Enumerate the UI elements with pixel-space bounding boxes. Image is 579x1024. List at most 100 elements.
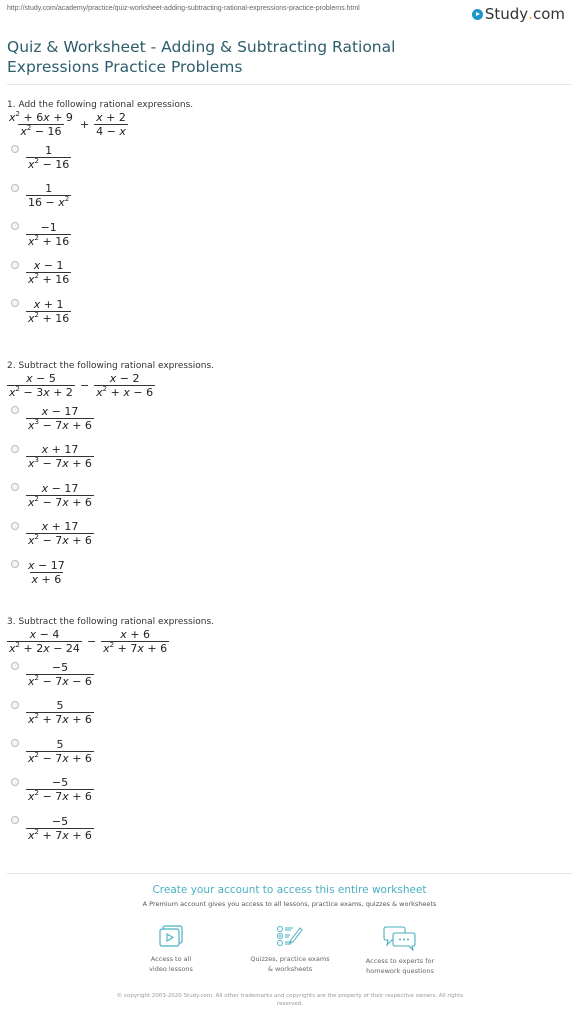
denominator: x2 + 16 bbox=[26, 233, 72, 248]
denominator: x2 − 16 bbox=[18, 124, 64, 138]
option-fraction: x + 17 x2 − 7x + 6 bbox=[26, 520, 94, 547]
study-logo: Study. com bbox=[471, 5, 565, 23]
numerator: x − 17 bbox=[41, 404, 79, 418]
answer-option[interactable]: x − 17 x3 − 7x + 6 bbox=[11, 399, 214, 438]
question-expression: x − 4 x2 + 2x − 24− x + 6 x2 + 7x + 6 bbox=[7, 628, 214, 655]
question-prompt: 1. Add the following rational expression… bbox=[7, 100, 194, 110]
numerator: x − 17 bbox=[28, 558, 65, 572]
radio-button[interactable] bbox=[11, 816, 19, 825]
numerator: −5 bbox=[51, 660, 69, 674]
numerator: 5 bbox=[56, 699, 64, 713]
question-2: 2. Subtract the following rational expre… bbox=[7, 360, 214, 592]
denominator: x2 − 16 bbox=[26, 156, 72, 171]
left-fraction: x − 5 x2 − 3x + 2 bbox=[7, 372, 75, 399]
numerator: x − 2 bbox=[109, 372, 140, 385]
feature-label-line1: Quizzes, practice exams bbox=[250, 955, 330, 963]
answer-option[interactable]: −5 x2 − 7x − 6 bbox=[11, 655, 214, 694]
numerator: x + 17 bbox=[41, 520, 79, 534]
answer-option[interactable]: 1 16 − x2 bbox=[11, 177, 193, 216]
denominator: x2 + 7x + 6 bbox=[26, 827, 94, 842]
left-fraction: x − 4 x2 + 2x − 24 bbox=[7, 628, 82, 655]
radio-button[interactable] bbox=[11, 739, 19, 748]
answer-option[interactable]: x + 17 x3 − 7x + 6 bbox=[11, 438, 214, 477]
operator: − bbox=[79, 379, 90, 392]
denominator: x2 + 7x + 6 bbox=[101, 641, 170, 655]
option-fraction: 1 x2 − 16 bbox=[26, 143, 72, 171]
option-fraction: −5 x2 − 7x − 6 bbox=[26, 661, 94, 688]
answer-option[interactable]: −5 x2 + 7x + 6 bbox=[11, 809, 214, 848]
denominator: 16 − x2 bbox=[26, 195, 72, 210]
radio-button[interactable] bbox=[11, 222, 19, 231]
numerator: 5 bbox=[56, 737, 64, 751]
radio-button[interactable] bbox=[11, 145, 19, 154]
left-fraction: x2 + 6x + 9 x2 − 16 bbox=[7, 110, 75, 139]
option-fraction: x − 17 x + 6 bbox=[26, 559, 67, 586]
play-logo-icon bbox=[471, 8, 483, 20]
option-fraction: x − 17 x3 − 7x + 6 bbox=[26, 405, 94, 432]
right-fraction: x + 24 − x bbox=[94, 111, 128, 138]
denominator: x2 − 3x + 2 bbox=[7, 385, 75, 399]
denominator: x2 − 7x + 6 bbox=[26, 789, 94, 804]
right-fraction: x + 6 x2 + 7x + 6 bbox=[101, 628, 170, 655]
radio-button[interactable] bbox=[11, 700, 19, 709]
operator: − bbox=[86, 635, 97, 648]
answer-option[interactable]: x − 17 x2 − 7x + 6 bbox=[11, 476, 214, 515]
denominator: x2 + 16 bbox=[26, 272, 72, 287]
divider bbox=[7, 84, 572, 85]
option-fraction: 1 16 − x2 bbox=[26, 182, 72, 210]
denominator: x2 − 7x + 6 bbox=[26, 533, 94, 548]
numerator: x − 4 bbox=[29, 628, 60, 641]
radio-button[interactable] bbox=[11, 560, 19, 569]
denominator: 4 − x bbox=[94, 124, 128, 138]
answer-option[interactable]: 5 x2 + 7x + 6 bbox=[11, 694, 214, 733]
question-1: 1. Add the following rational expression… bbox=[7, 99, 193, 331]
operator: + bbox=[79, 118, 90, 131]
numerator: x − 5 bbox=[26, 372, 56, 385]
denominator: x2 + 2x − 24 bbox=[7, 641, 82, 655]
numerator: x + 1 bbox=[33, 297, 64, 311]
chat-bubbles-icon bbox=[383, 926, 416, 951]
question-expression: x − 5 x2 − 3x + 2− x − 2 x2 + x − 6 bbox=[7, 372, 214, 399]
denominator: x3 − 7x + 6 bbox=[26, 417, 94, 432]
option-fraction: 5 x2 − 7x + 6 bbox=[26, 738, 94, 765]
answer-option[interactable]: x + 17 x2 − 7x + 6 bbox=[11, 515, 214, 554]
answer-option[interactable]: 1 x2 − 16 bbox=[11, 138, 193, 177]
answer-option[interactable]: 5 x2 − 7x + 6 bbox=[11, 732, 214, 771]
radio-button[interactable] bbox=[11, 444, 19, 453]
numerator: 1 bbox=[45, 143, 53, 157]
option-fraction: −1 x2 + 16 bbox=[26, 220, 72, 248]
copyright: © copyright 2003-2020 Study.com. All oth… bbox=[116, 993, 464, 1007]
radio-button[interactable] bbox=[11, 777, 19, 786]
answer-option[interactable]: x − 17 x + 6 bbox=[11, 553, 214, 592]
radio-button[interactable] bbox=[11, 483, 19, 492]
page-url: http://study.com/academy/practice/quiz-w… bbox=[7, 5, 360, 12]
radio-button[interactable] bbox=[11, 260, 19, 269]
promo-subtitle: A Premium account gives you access to al… bbox=[142, 900, 437, 908]
option-fraction: −5 x2 − 7x + 6 bbox=[26, 776, 94, 803]
radio-button[interactable] bbox=[11, 662, 19, 671]
answer-option[interactable]: −5 x2 − 7x + 6 bbox=[11, 771, 214, 810]
numerator: 1 bbox=[45, 182, 53, 196]
radio-button[interactable] bbox=[11, 521, 19, 530]
numerator: x2 + 6x + 9 bbox=[9, 110, 73, 125]
right-fraction: x − 2 x2 + x − 6 bbox=[94, 372, 156, 399]
numerator: x + 6 bbox=[120, 628, 150, 641]
denominator: x3 − 7x + 6 bbox=[26, 456, 94, 471]
answer-option[interactable]: x − 1 x2 + 16 bbox=[11, 254, 193, 293]
answer-option[interactable]: x + 1 x2 + 16 bbox=[11, 292, 193, 331]
numerator: x − 17 bbox=[41, 481, 79, 495]
page-title: Quiz & Worksheet - Adding & Subtracting … bbox=[7, 38, 396, 76]
radio-button[interactable] bbox=[11, 406, 19, 415]
option-fraction: −5 x2 + 7x + 6 bbox=[26, 815, 94, 842]
logo-suffix: com bbox=[532, 5, 565, 23]
video-lessons-icon bbox=[159, 925, 183, 947]
numerator: −1 bbox=[40, 220, 57, 234]
feature-label-line1: Access to all bbox=[150, 955, 192, 963]
answer-option[interactable]: −1 x2 + 16 bbox=[11, 215, 193, 254]
question-prompt: 3. Subtract the following rational expre… bbox=[7, 617, 215, 627]
question-expression: x2 + 6x + 9 x2 − 16 + x + 24 − x bbox=[7, 111, 193, 138]
question-3: 3. Subtract the following rational expre… bbox=[7, 616, 214, 848]
radio-button[interactable] bbox=[11, 183, 19, 192]
radio-button[interactable] bbox=[11, 299, 19, 308]
denominator: x2 + x − 6 bbox=[94, 385, 156, 399]
